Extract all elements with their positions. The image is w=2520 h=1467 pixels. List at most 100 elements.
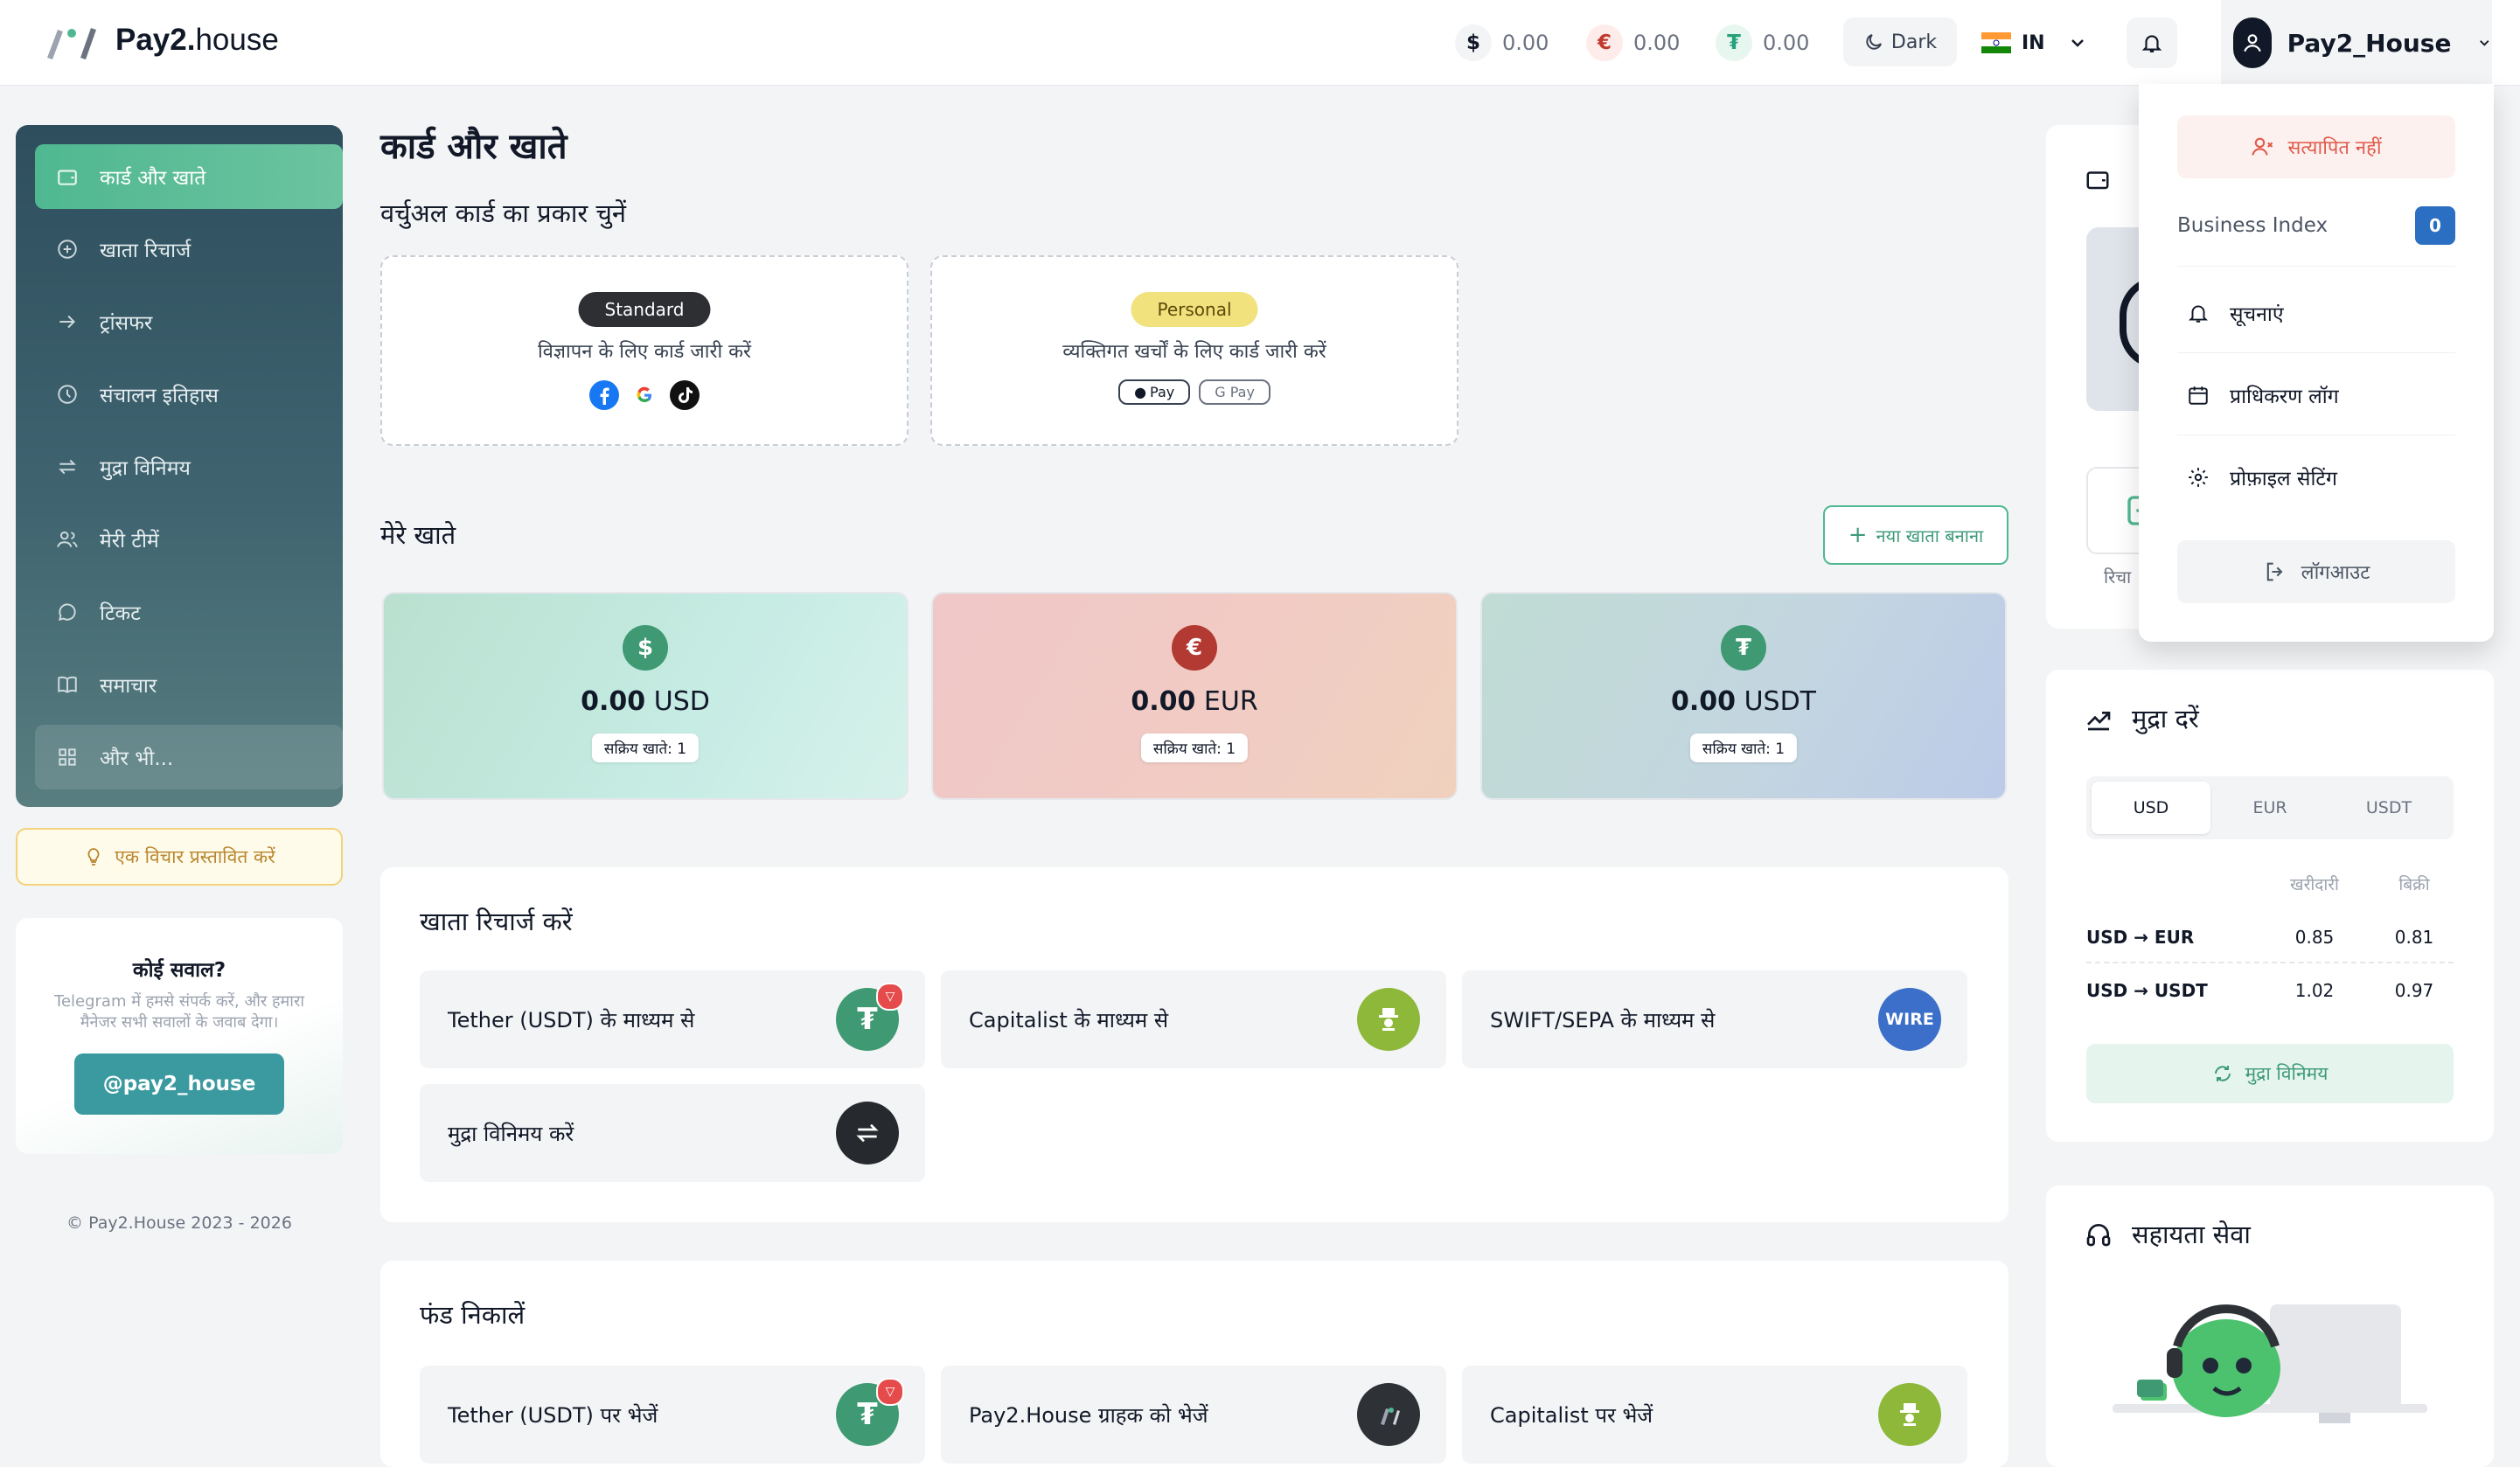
standard-badge: Standard [578,292,711,327]
account-balance-usd: 0.00 USD [581,686,710,717]
sidebar: कार्ड और खाते खाता रिचार्ज ट्रांसफर संचा… [16,125,343,807]
pay2house-logo-icon [1357,1383,1420,1446]
unverified-status-button[interactable]: सत्यापित नहीं [2177,115,2455,178]
rate-sell: 0.97 [2394,980,2434,1001]
sidebar-item-exchange[interactable]: मुद्रा विनिमय [35,435,343,499]
notifications-button[interactable] [2127,17,2177,68]
sidebar-item-news[interactable]: समाचार [35,652,343,717]
rate-pair: USD → USDT [2086,980,2208,1001]
recharge-capitalist-option[interactable]: Capitalist के माध्यम से [941,970,1446,1068]
arrow-right-icon [54,309,80,335]
book-icon [54,671,80,698]
recharge-tether-option[interactable]: Tether (USDT) के माध्यम से ₮ ▽ [420,970,925,1068]
recharge-heading: खाता रिचार्ज करें [420,907,573,936]
tether-icon: ₮ ▽ [836,1378,904,1446]
user-menu-button[interactable]: Pay2_House [2221,0,2492,86]
quick-recharge-label: रिचा [2104,567,2132,587]
capitalist-icon [1878,1383,1941,1446]
withdraw-client-option[interactable]: Pay2.House ग्राहक को भेजें [941,1366,1446,1464]
personal-card-desc: व्यक्तिगत खर्चों के लिए कार्ड जारी करें [1062,341,1326,363]
logout-label: लॉगआउट [2301,562,2370,584]
sidebar-item-label: मुद्रा विनिमय [100,457,191,480]
account-card-usd[interactable]: $ 0.00 USD सक्रिय खाते: 1 [382,592,908,800]
currency-exchange-button[interactable]: मुद्रा विनिमय [2086,1044,2454,1103]
suggest-idea-button[interactable]: एक विचार प्रस्तावित करें [16,828,343,886]
option-label: Tether (USDT) के माध्यम से [448,1007,695,1032]
active-accounts-badge: सक्रिय खाते: 1 [591,734,700,762]
language-selector[interactable]: IN [1981,24,2087,61]
chevron-down-icon [2071,39,2084,47]
capitalist-icon [1357,988,1420,1051]
bell-icon [2141,35,2162,52]
sidebar-item-tickets[interactable]: टिकट [35,580,343,644]
sidebar-item-more[interactable]: और भी... [35,725,343,789]
option-label: Tether (USDT) पर भेजें [448,1402,658,1428]
balance-usdt[interactable]: ₮ 0.00 [1716,24,1809,61]
plus-icon: + [1848,522,1868,548]
support-title: सहायता सेवा [2132,1220,2251,1249]
sidebar-item-label: और भी... [100,747,174,770]
page-title: कार्ड और खाते [380,127,567,167]
tether-icon: ₮ [1716,24,1752,61]
gear-icon [2186,465,2210,490]
tab-eur[interactable]: EUR [2210,782,2329,834]
option-label: SWIFT/SEPA के माध्यम से [1490,1007,1716,1032]
virtual-card-heading: वर्चुअल कार्ड का प्रकार चुनें [380,198,626,228]
tiktok-icon [670,380,700,410]
recharge-exchange-option[interactable]: मुद्रा विनिमय करें [420,1084,925,1182]
sidebar-item-label: खाता रिचार्ज [100,240,191,262]
chevron-down-icon [2480,40,2489,46]
wire-icon: WIRE [1878,988,1941,1051]
refresh-icon [2214,1066,2231,1081]
sidebar-item-label: कार्ड और खाते [100,167,206,190]
telegram-contact-button[interactable]: @pay2_house [74,1053,284,1115]
account-card-usdt[interactable]: ₮ 0.00 USDT सक्रिय खाते: 1 [1480,592,2007,800]
rate-sell: 0.81 [2394,927,2434,948]
rate-row: USD → EUR 0.85 0.81 [2086,913,2454,963]
sidebar-item-label: टिकट [100,602,141,625]
rate-row: USD → USDT 1.02 0.97 [2086,965,2454,1016]
virtual-card-personal[interactable]: Personal व्यक्तिगत खर्चों के लिए कार्ड ज… [930,255,1458,446]
option-label: Capitalist पर भेजें [1490,1402,1653,1428]
rate-buy: 0.85 [2294,927,2335,948]
moon-icon [1866,34,1882,50]
account-card-eur[interactable]: € 0.00 EUR सक्रिय खाते: 1 [931,592,1458,800]
plus-circle-icon [54,236,80,262]
menu-item-auth-log[interactable]: प्राधिकरण लॉग [2177,355,2455,435]
logout-icon [2266,562,2283,581]
logout-button[interactable]: लॉगआउट [2177,540,2455,603]
menu-item-profile-settings[interactable]: प्रोफ़ाइल सेटिंग [2177,437,2455,518]
language-label: IN [2022,31,2045,54]
withdraw-capitalist-option[interactable]: Capitalist पर भेजें [1462,1366,1967,1464]
rates-header: मुद्रा दरें [2085,701,2199,735]
virtual-card-standard[interactable]: Standard विज्ञापन के लिए कार्ड जारी करें [380,255,908,446]
sidebar-item-history[interactable]: संचालन इतिहास [35,362,343,427]
rate-pair: USD → EUR [2086,927,2195,948]
theme-toggle-button[interactable]: Dark [1843,17,1957,66]
active-accounts-badge: सक्रिय खाते: 1 [1689,734,1798,762]
menu-item-notifications[interactable]: सूचनाएं [2177,273,2455,353]
option-label: मुद्रा विनिमय करें [448,1121,574,1146]
avatar [2233,17,2272,68]
logo-icon [47,28,96,59]
username: Pay2_House [2287,28,2452,58]
tab-usdt[interactable]: USDT [2329,782,2448,834]
balance-usd[interactable]: $ 0.00 [1455,24,1549,61]
help-title: कोई सवाल? [132,959,226,982]
user-x-icon [2252,137,2273,156]
logo-text[interactable]: Pay2.house [115,23,279,58]
sidebar-item-transfer[interactable]: ट्रांसफर [35,289,343,354]
exchange-icon [54,454,80,480]
new-account-button[interactable]: + नया खाता बनाना [1823,505,2008,565]
withdraw-tether-option[interactable]: Tether (USDT) पर भेजें ₮ ▽ [420,1366,925,1464]
exchange-icon [836,1102,899,1165]
sidebar-item-cards-accounts[interactable]: कार्ड और खाते [35,144,343,209]
sidebar-item-teams[interactable]: मेरी टीमें [35,507,343,572]
withdraw-heading: फंड निकालें [420,1300,526,1330]
sidebar-item-recharge[interactable]: खाता रिचार्ज [35,217,343,282]
recharge-swift-option[interactable]: SWIFT/SEPA के माध्यम से WIRE [1462,970,1967,1068]
col-sell-header: बिक्री [2398,875,2430,894]
balance-eur[interactable]: € 0.00 [1586,24,1680,61]
rate-buy: 1.02 [2294,980,2335,1001]
tab-usd[interactable]: USD [2092,782,2210,834]
